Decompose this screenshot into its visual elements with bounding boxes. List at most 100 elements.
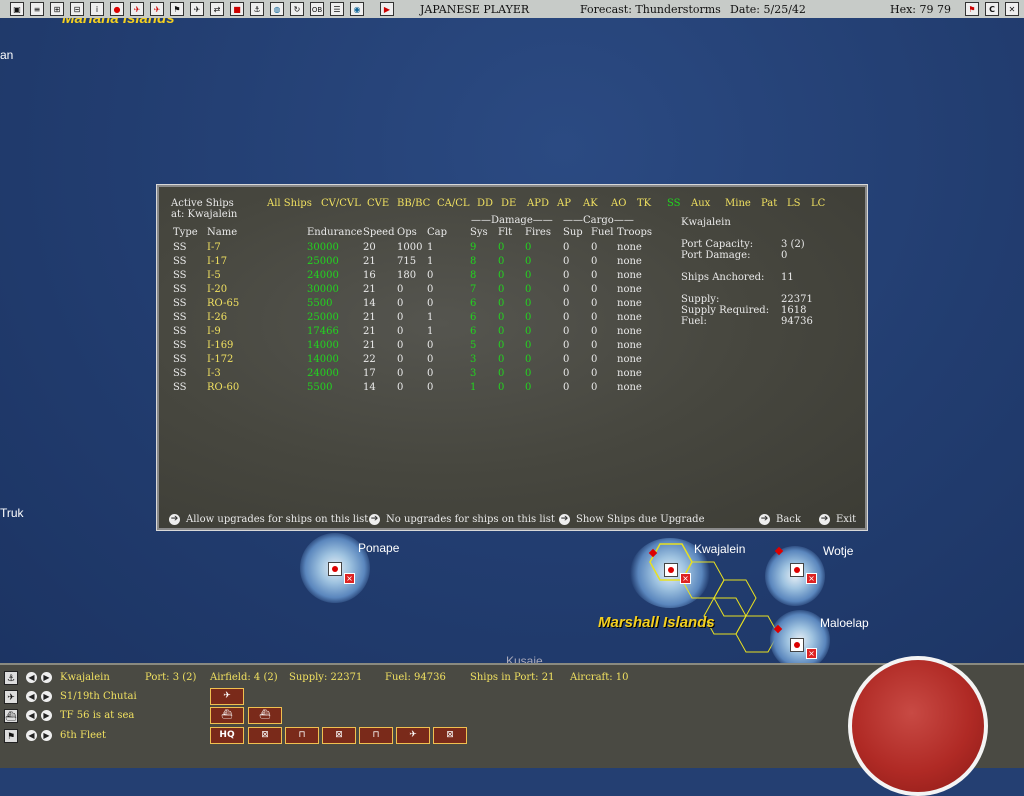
seaplane-unit-icon[interactable]: ✈: [396, 727, 430, 744]
prev-arrow-icon[interactable]: ◀: [26, 691, 37, 702]
show-due-upgrade-button[interactable]: ➔ Show Ships due Upgrade: [559, 514, 704, 525]
filter-tk[interactable]: TK: [637, 198, 651, 209]
column-header-sup[interactable]: Sup: [563, 227, 583, 238]
filter-mine[interactable]: Mine: [725, 198, 751, 209]
filter-pat[interactable]: Pat: [761, 198, 777, 209]
filter-de[interactable]: DE: [501, 198, 516, 209]
column-header-endurance[interactable]: Endurance: [307, 227, 362, 238]
rising-sun-icon[interactable]: ●: [110, 2, 124, 16]
ship-list-icon[interactable]: ⊞: [50, 2, 64, 16]
task-force-row[interactable]: ⛴ ◀ ▶ TF 56 is at sea ⛴ ⛴: [0, 707, 820, 725]
wotje-base-icon[interactable]: [790, 563, 804, 577]
fleet-icon[interactable]: ⚓: [250, 2, 264, 16]
column-header-name[interactable]: Name: [207, 227, 237, 238]
globe-icon[interactable]: ◍: [270, 2, 284, 16]
filter-all-ships[interactable]: All Ships: [267, 198, 312, 209]
hq-row[interactable]: ⚑ ◀ ▶ 6th Fleet HQ ⊠ ⊓ ⊠ ⊓ ✈ ⊠: [0, 727, 820, 745]
air-unit-row[interactable]: ✈ ◀ ▶ S1/19th Chutai ✈: [0, 688, 820, 706]
base-name[interactable]: Kwajalein: [60, 672, 110, 683]
ship-name[interactable]: I-17: [207, 256, 227, 267]
filter-cv-cvl[interactable]: CV/CVL: [321, 198, 361, 209]
close-icon[interactable]: ✕: [1005, 2, 1019, 16]
ship-name[interactable]: I-7: [207, 242, 221, 253]
flag-red-icon[interactable]: ⚑: [965, 2, 979, 16]
anchor-menu-icon[interactable]: ▣: [10, 2, 24, 16]
next-arrow-icon[interactable]: ▶: [41, 730, 52, 741]
blue-globe-icon[interactable]: ◉: [350, 2, 364, 16]
maloelap-airfield-icon[interactable]: ×: [806, 648, 817, 659]
list-icon[interactable]: ☰: [330, 2, 344, 16]
ship-row[interactable]: SS I-5 24000 16 180 0 8 0 0 0 0 none: [159, 270, 659, 284]
ponape-base-icon[interactable]: [328, 562, 342, 576]
filter-cve[interactable]: CVE: [367, 198, 389, 209]
filter-lc[interactable]: LC: [811, 198, 825, 209]
hq-name[interactable]: 6th Fleet: [60, 730, 106, 741]
ob-icon[interactable]: OB: [310, 2, 324, 16]
color-grid-icon[interactable]: ■: [230, 2, 244, 16]
column-header-fuel[interactable]: Fuel: [591, 227, 614, 238]
ship-name[interactable]: I-26: [207, 312, 227, 323]
engineer-unit-icon[interactable]: ⊓: [285, 727, 319, 744]
column-header-flt[interactable]: Flt: [498, 227, 512, 238]
refresh-icon[interactable]: ↻: [290, 2, 304, 16]
ship-name[interactable]: I-5: [207, 270, 221, 281]
ship-row[interactable]: SS RO-60 5500 14 0 0 1 0 0 0 0 none: [159, 382, 659, 396]
play-turn-icon[interactable]: ▶: [380, 2, 394, 16]
aircraft-icon[interactable]: ✈: [190, 2, 204, 16]
hq-unit-icon[interactable]: HQ: [210, 727, 244, 744]
plane-icon[interactable]: ✈: [130, 2, 144, 16]
column-header-speed[interactable]: Speed: [363, 227, 395, 238]
base-row[interactable]: ⚓ ◀ ▶ Kwajalein Port: 3 (2) Airfield: 4 …: [0, 669, 820, 687]
ship-row[interactable]: SS I-9 17466 21 0 1 6 0 0 0 0 none: [159, 326, 659, 340]
filter-ak[interactable]: AK: [583, 198, 598, 209]
ship-name[interactable]: RO-60: [207, 382, 239, 393]
column-header-ops[interactable]: Ops: [397, 227, 417, 238]
ship-row[interactable]: SS I-20 30000 21 0 0 7 0 0 0 0 none: [159, 284, 659, 298]
ship-unit-icon[interactable]: ⛴: [248, 707, 282, 724]
maloelap-base-icon[interactable]: [790, 638, 804, 652]
prev-arrow-icon[interactable]: ◀: [26, 710, 37, 721]
filter-ls[interactable]: LS: [787, 198, 801, 209]
end-turn-button[interactable]: [848, 656, 988, 796]
ship-name[interactable]: I-3: [207, 368, 221, 379]
swap-icon[interactable]: ⇄: [210, 2, 224, 16]
task-force-name[interactable]: TF 56 is at sea: [60, 710, 134, 721]
kwajalein-airfield-icon[interactable]: ×: [680, 573, 691, 584]
filter-apd[interactable]: APD: [527, 198, 549, 209]
ship-unit-icon[interactable]: ⛴: [210, 707, 244, 724]
air-unit-name[interactable]: S1/19th Chutai: [60, 691, 137, 702]
ship-name[interactable]: I-169: [207, 340, 233, 351]
column-header-type[interactable]: Type: [173, 227, 198, 238]
column-header-cap[interactable]: Cap: [427, 227, 447, 238]
ship-row[interactable]: SS I-7 30000 20 1000 1 9 0 0 0 0 none: [159, 242, 659, 256]
filter-dd[interactable]: DD: [477, 198, 493, 209]
filter-ao[interactable]: AO: [611, 198, 626, 209]
next-arrow-icon[interactable]: ▶: [41, 691, 52, 702]
ship-row[interactable]: SS I-172 14000 22 0 0 3 0 0 0 0 none: [159, 354, 659, 368]
ship-row[interactable]: SS I-169 14000 21 0 0 5 0 0 0 0 none: [159, 340, 659, 354]
next-arrow-icon[interactable]: ▶: [41, 672, 52, 683]
infantry-unit-icon[interactable]: ⊠: [322, 727, 356, 744]
filter-aux[interactable]: Aux: [691, 198, 710, 209]
ponape-airfield-icon[interactable]: ×: [344, 573, 355, 584]
filter-bb-bc[interactable]: BB/BC: [397, 198, 430, 209]
ship-row[interactable]: SS I-3 24000 17 0 0 3 0 0 0 0 none: [159, 368, 659, 382]
infantry-unit-icon[interactable]: ⊠: [248, 727, 282, 744]
group-icon[interactable]: ⊟: [70, 2, 84, 16]
ship-name[interactable]: RO-65: [207, 298, 239, 309]
prev-arrow-icon[interactable]: ◀: [26, 730, 37, 741]
column-header-sys[interactable]: Sys: [470, 227, 488, 238]
flag-icon[interactable]: ⚑: [170, 2, 184, 16]
plane-red-icon[interactable]: ✈: [150, 2, 164, 16]
kwajalein-base-icon[interactable]: [664, 563, 678, 577]
prev-arrow-icon[interactable]: ◀: [26, 672, 37, 683]
filter-ap[interactable]: AP: [557, 198, 571, 209]
wotje-airfield-icon[interactable]: ×: [806, 573, 817, 584]
c-icon[interactable]: C: [985, 2, 999, 16]
next-arrow-icon[interactable]: ▶: [41, 710, 52, 721]
column-header-fires[interactable]: Fires: [525, 227, 551, 238]
allow-upgrades-button[interactable]: ➔ Allow upgrades for ships on this list: [169, 514, 368, 525]
infantry-unit-icon[interactable]: ⊠: [433, 727, 467, 744]
ship-name[interactable]: I-9: [207, 326, 221, 337]
no-upgrades-button[interactable]: ➔ No upgrades for ships on this list: [369, 514, 555, 525]
